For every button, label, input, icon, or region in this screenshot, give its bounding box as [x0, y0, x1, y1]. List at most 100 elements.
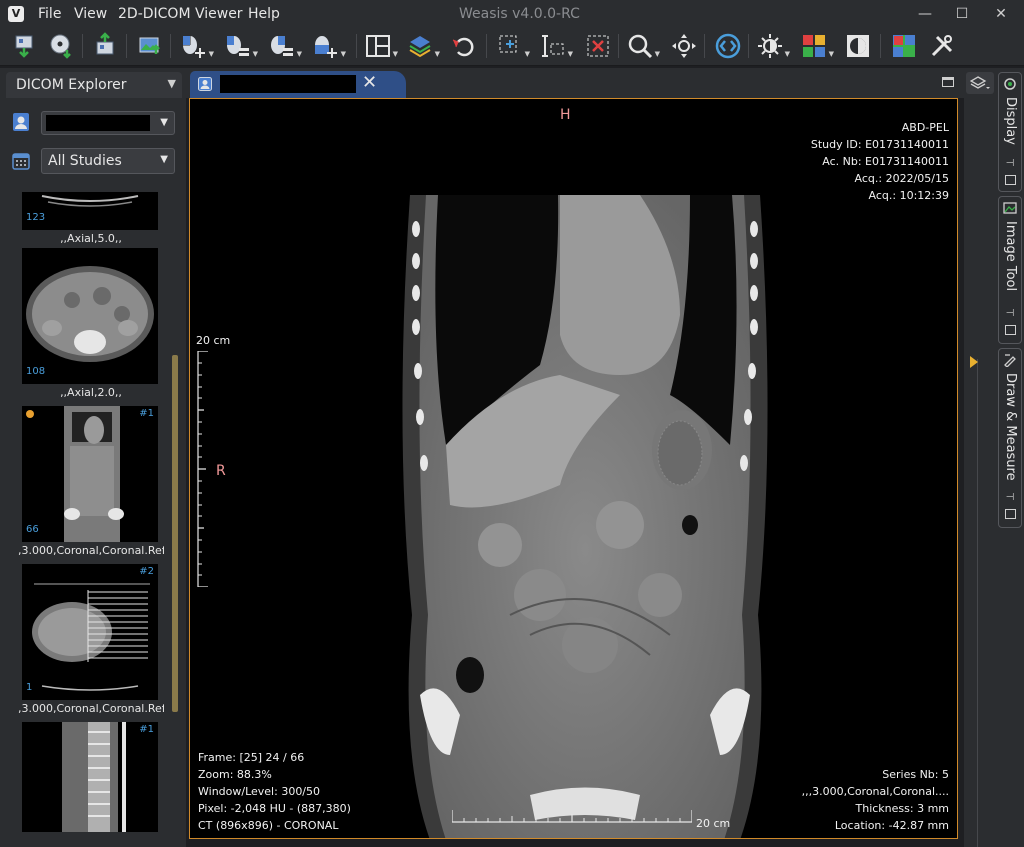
pin-icon[interactable]: ⊣: [1004, 159, 1016, 169]
layout-icon[interactable]: ▼: [364, 32, 398, 60]
series-preview-image: 108: [22, 248, 158, 384]
float-window-icon[interactable]: [1005, 325, 1016, 335]
series-image-count: 1: [26, 682, 33, 693]
series-label: ,3.000,Coronal,Coronal.Ref,.: [18, 702, 164, 715]
series-number: #1: [139, 724, 154, 735]
dock-tab-image-tool-label: Image Tool: [1003, 221, 1018, 292]
series-thumbnail[interactable]: 108 ,,Axial,2.0,,: [18, 248, 164, 400]
draw-measure-icon: [1004, 354, 1016, 367]
calendar-icon: [12, 153, 30, 170]
window-title: Weasis v4.0.0-RC: [459, 6, 580, 22]
pan-icon[interactable]: ▼: [180, 32, 214, 60]
dock-tab-image-tool[interactable]: Image Tool ⊣: [998, 196, 1022, 344]
window-level-icon[interactable]: ▼: [756, 32, 790, 60]
menu-2d-dicom-viewer[interactable]: 2D-DICOM Viewer: [118, 6, 243, 22]
series-thumbnail[interactable]: #1 66 ,3.000,Coronal,Coronal.Ref,.: [18, 406, 164, 558]
pin-icon[interactable]: ⊣: [1004, 309, 1016, 319]
overlay-series-number: Series Nb: 5: [882, 768, 949, 781]
overlay-window-level: Window/Level: 300/50: [198, 785, 321, 798]
3d-reconstruction-icon[interactable]: ▼: [406, 32, 440, 60]
series-preview-image: #2 1: [22, 564, 158, 700]
image-viewport[interactable]: H R ABD-PEL Study ID: E01731140011 Ac. N…: [189, 98, 958, 839]
delete-measure-icon[interactable]: [584, 32, 612, 60]
minimize-icon[interactable]: —: [914, 3, 936, 25]
chevron-down-icon: ▼: [160, 117, 168, 128]
viewer-tab-bar: ✕: [186, 68, 964, 98]
series-list-scrollbar[interactable]: [172, 355, 178, 712]
patient-tab-icon: [198, 77, 212, 91]
inverse-icon[interactable]: [844, 32, 872, 60]
export-image-icon[interactable]: [136, 32, 164, 60]
dock-tab-display[interactable]: Display ⊣: [998, 72, 1022, 192]
horizontal-scale-label: 20 cm: [696, 817, 731, 830]
crosshair-select-icon[interactable]: ▼: [496, 32, 530, 60]
horizontal-scale-ruler: [452, 810, 692, 823]
overlay-modality: CT (896x896) - CORONAL: [198, 819, 339, 832]
close-icon[interactable]: ✕: [362, 72, 377, 93]
dock-tab-draw-measure[interactable]: Draw & Measure ⊣: [998, 348, 1022, 528]
series-preview-image: #1 66: [22, 406, 158, 542]
series-thumbnail[interactable]: #1: [18, 722, 164, 832]
slice-position-marker[interactable]: [970, 356, 978, 368]
overlay-thickness: Thickness: 3 mm: [855, 802, 950, 815]
vertical-scale-ruler: [197, 351, 208, 587]
zoom-fit-icon[interactable]: [670, 32, 698, 60]
patient-name-redacted: [46, 115, 150, 131]
mpr-icon[interactable]: [890, 32, 918, 60]
import-cd-icon[interactable]: [47, 32, 75, 60]
series-label: ,3.000,Coronal,Coronal.Ref,.: [18, 544, 164, 557]
magnifier-icon[interactable]: ▼: [626, 32, 660, 60]
patient-icon: [13, 113, 29, 131]
series-label: ,,Axial,5.0,,: [60, 232, 122, 245]
restore-icon[interactable]: ☐: [951, 3, 973, 25]
app-logo-icon: V: [8, 6, 24, 22]
measure-line-icon[interactable]: ▼: [539, 32, 573, 60]
patient-select[interactable]: ▼: [41, 111, 175, 135]
import-dicom-icon[interactable]: [10, 32, 38, 60]
maximize-icon[interactable]: [942, 77, 954, 87]
study-filter-value: All Studies: [48, 153, 122, 169]
overlay-series-description: ,,,3.000,Coronal,Coronal....: [801, 785, 949, 798]
series-preview-image: 123: [22, 192, 158, 230]
lut-icon[interactable]: ▼: [800, 32, 834, 60]
orientation-top: H: [560, 107, 571, 123]
main-toolbar: ▼ ▼ ▼ ▼ ▼ ▼ ▼ ▼ ▼ ▼ ▼: [0, 28, 1024, 66]
explorer-title: DICOM Explorer: [16, 77, 127, 93]
dicom-explorer-panel: DICOM Explorer ▼ ▼ All Studies ▼ 123 ,,A…: [0, 68, 186, 847]
orientation-left: R: [216, 463, 226, 479]
overlay-zoom: Zoom: 88.3%: [198, 768, 272, 781]
series-thumbnail-list: 123 ,,Axial,5.0,, 108 ,,Axial,2.0,, #1 6…: [18, 192, 164, 832]
overlay-acquisition-date: Acq.: 2022/05/15: [854, 172, 949, 185]
overlay-location: Location: -42.87 mm: [834, 819, 949, 832]
zoom-mouse-icon[interactable]: ▼: [312, 32, 346, 60]
float-window-icon[interactable]: [1005, 175, 1016, 185]
menu-view[interactable]: View: [74, 6, 107, 22]
dicom-explorer-tab[interactable]: DICOM Explorer ▼: [6, 72, 182, 98]
series-stack-icon[interactable]: ▼: [224, 32, 258, 60]
menu-file[interactable]: File: [38, 6, 61, 22]
viewer-tab[interactable]: ✕: [190, 71, 406, 98]
sync-icon[interactable]: [714, 32, 742, 60]
right-dock: Display ⊣ Image Tool ⊣ Draw & Measure ⊣: [964, 68, 1024, 847]
tools-icon[interactable]: [928, 32, 956, 60]
rotate-icon[interactable]: [450, 32, 478, 60]
layers-button[interactable]: [966, 72, 994, 94]
overlay-top-right: ABD-PEL Study ID: E01731140011 Ac. Nb: E…: [811, 119, 949, 204]
export-dicom-icon[interactable]: [91, 32, 119, 60]
series-number: #1: [139, 408, 154, 419]
overlay-frame: Frame: [25] 24 / 66: [198, 751, 305, 764]
slice-track: [977, 359, 978, 847]
series-image-count: 108: [26, 366, 46, 377]
close-window-icon[interactable]: ✕: [990, 3, 1012, 25]
ct-coronal-image: [402, 195, 768, 838]
series-thumbnail[interactable]: #2 1 ,3.000,Coronal,Coronal.Ref,.: [18, 564, 164, 716]
menu-help[interactable]: Help: [248, 6, 280, 22]
study-filter-select[interactable]: All Studies ▼: [41, 148, 175, 174]
float-window-icon[interactable]: [1005, 509, 1016, 519]
overlay-acquisition-time: Acq.: 10:12:39: [868, 189, 949, 202]
pin-icon[interactable]: ⊣: [1004, 493, 1016, 503]
overlay-accession-number: Ac. Nb: E01731140011: [822, 155, 949, 168]
explorer-menu-icon[interactable]: ▼: [168, 77, 176, 90]
sync-stack-icon[interactable]: ▼: [268, 32, 302, 60]
series-thumbnail[interactable]: 123 ,,Axial,5.0,,: [18, 192, 164, 245]
